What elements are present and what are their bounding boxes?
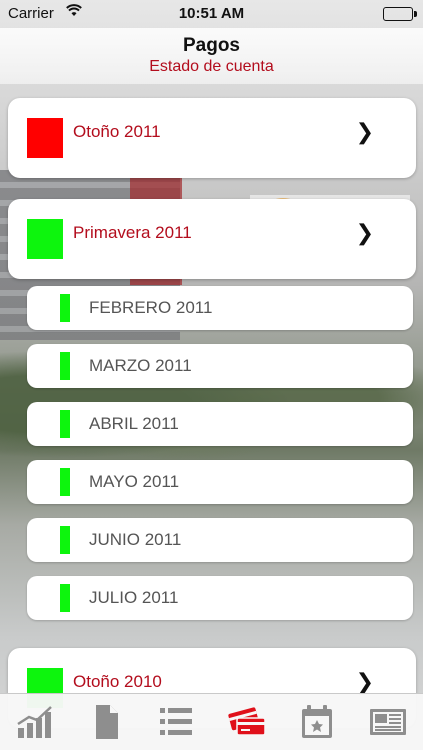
month-label: FEBRERO 2011 (89, 298, 213, 317)
period-row-primavera-2011[interactable]: Primavera 2011 ❯ (8, 199, 416, 279)
status-indicator (60, 294, 70, 322)
status-bar: Carrier 10:51 AM (0, 0, 423, 28)
status-indicator (27, 118, 63, 158)
document-icon (95, 705, 118, 739)
tab-payments[interactable] (222, 699, 272, 745)
month-row-julio-2011[interactable]: JULIO 2011 (27, 576, 413, 620)
month-row-mayo-2011[interactable]: MAYO 2011 (27, 460, 413, 504)
tab-calendar[interactable] (292, 699, 342, 745)
month-label: MARZO 2011 (89, 356, 192, 375)
tab-bar (0, 693, 423, 750)
status-time: 10:51 AM (178, 5, 245, 22)
status-indicator (27, 219, 63, 259)
month-row-junio-2011[interactable]: JUNIO 2011 (27, 518, 413, 562)
tab-document[interactable] (81, 699, 131, 745)
tab-chart[interactable] (10, 699, 60, 745)
chart-icon (17, 706, 53, 738)
status-indicator (60, 584, 70, 612)
status-indicator (60, 526, 70, 554)
chevron-right-icon: ❯ (355, 670, 374, 695)
nav-header: Pagos Estado de cuenta (0, 28, 423, 84)
period-row-otono-2011[interactable]: Otoño 2011 ❯ (8, 98, 416, 178)
list-icon (160, 708, 193, 735)
month-label: MAYO 2011 (89, 472, 180, 491)
period-label: Primavera 2011 (73, 223, 192, 242)
tab-news[interactable] (363, 699, 413, 745)
credit-cards-icon (228, 707, 266, 736)
tab-list[interactable] (151, 699, 201, 745)
month-row-marzo-2011[interactable]: MARZO 2011 (27, 344, 413, 388)
status-indicator (60, 468, 70, 496)
month-row-febrero-2011[interactable]: FEBRERO 2011 (27, 286, 413, 330)
month-label: JULIO 2011 (89, 588, 179, 607)
battery-icon (383, 7, 417, 21)
month-label: JUNIO 2011 (89, 530, 182, 549)
page-title: Pagos (182, 35, 241, 56)
calendar-icon (302, 705, 333, 738)
period-label: Otoño 2010 (73, 672, 162, 691)
page-subtitle: Estado de cuenta (149, 58, 274, 75)
newspaper-icon (369, 709, 406, 735)
status-indicator (60, 352, 70, 380)
chevron-right-icon: ❯ (355, 221, 374, 246)
month-row-abril-2011[interactable]: ABRIL 2011 (27, 402, 413, 446)
month-label: ABRIL 2011 (89, 414, 179, 433)
status-indicator (60, 410, 70, 438)
period-label: Otoño 2011 (73, 122, 161, 141)
chevron-right-icon: ❯ (355, 120, 374, 145)
